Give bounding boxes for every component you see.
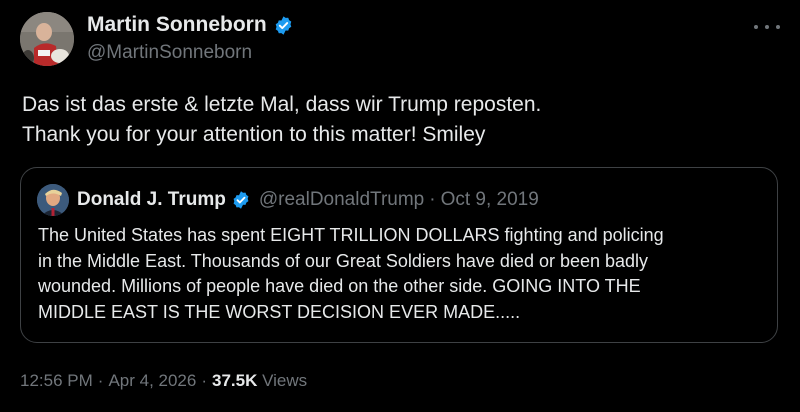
author-handle[interactable]: @MartinSonneborn — [87, 42, 252, 64]
author-name[interactable]: Martin Sonneborn — [87, 13, 267, 37]
verified-badge-icon — [233, 191, 249, 209]
quoted-header: Donald J. Trump @realDonaldTrump · Oct 9… — [77, 189, 539, 211]
author-avatar-image — [20, 12, 74, 66]
separator-dot: · — [97, 371, 104, 390]
tweet-card: Martin Sonneborn @MartinSonneborn Das is… — [0, 0, 800, 412]
quoted-tweet[interactable]: Donald J. Trump @realDonaldTrump · Oct 9… — [20, 167, 778, 343]
quoted-author-name[interactable]: Donald J. Trump — [77, 189, 226, 211]
quoted-text-line: wounded. Millions of people have died on… — [38, 276, 641, 296]
quoted-text-line: MIDDLE EAST IS THE WORST DECISION EVER M… — [38, 301, 521, 322]
more-options-icon[interactable] — [754, 22, 780, 32]
quoted-text-line: The United States has spent EIGHT TRILLI… — [38, 225, 664, 245]
views-count[interactable]: 37.5K — [212, 371, 257, 390]
quoted-avatar-image — [37, 184, 69, 216]
author-avatar[interactable] — [20, 12, 74, 66]
tweet-text-line: Thank you for your attention to this mat… — [22, 123, 486, 146]
separator-dot: · — [429, 189, 436, 210]
views-label: Views — [262, 371, 308, 390]
tweet-date[interactable]: Apr 4, 2026 — [108, 371, 196, 390]
tweet-time[interactable]: 12:56 PM — [20, 371, 93, 390]
tweet-meta: 12:56 PM · Apr 4, 2026 · 37.5K Views — [20, 371, 307, 391]
tweet-text: Das ist das erste & letzte Mal, dass wir… — [22, 90, 782, 150]
author-name-row[interactable]: Martin Sonneborn — [87, 13, 294, 37]
quoted-author-handle[interactable]: @realDonaldTrump — [259, 189, 424, 211]
separator-dot: · — [201, 371, 208, 390]
quoted-date[interactable]: Oct 9, 2019 — [441, 189, 539, 211]
tweet-text-line: Das ist das erste & letzte Mal, dass wir… — [22, 93, 542, 116]
quoted-text: The United States has spent EIGHT TRILLI… — [38, 223, 768, 325]
quoted-author-avatar[interactable] — [37, 184, 69, 216]
verified-badge-icon — [275, 15, 291, 35]
quoted-text-line: in the Middle East. Thousands of our Gre… — [38, 250, 649, 271]
